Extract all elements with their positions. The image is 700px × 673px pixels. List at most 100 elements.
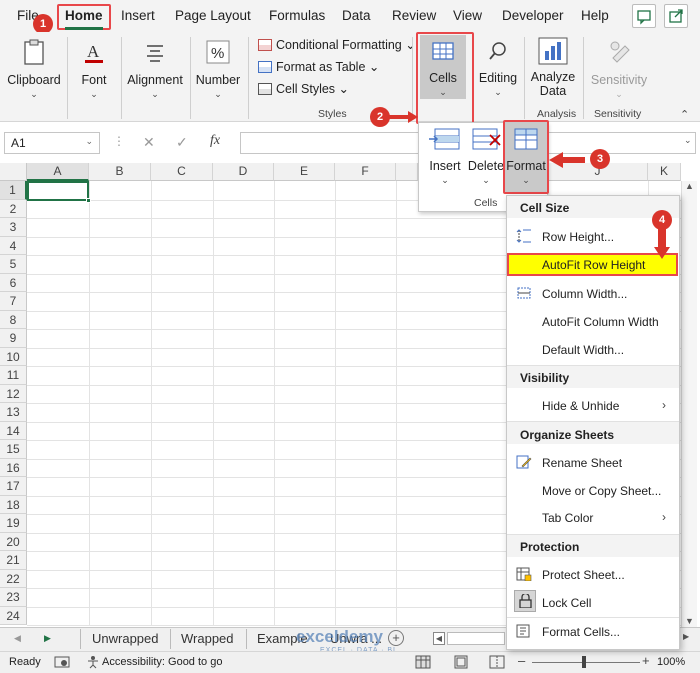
menu-item-column-width[interactable]: Column Width... [542,287,627,301]
sensitivity-button[interactable]: Sensitivity ⌄ [588,36,650,100]
row-header[interactable]: 24 [0,606,27,625]
row-header[interactable]: 6 [0,273,27,292]
tab-help[interactable]: Help [581,8,609,23]
alignment-button[interactable]: Alignment ⌄ [126,38,184,100]
ribbon-divider [67,37,68,119]
zoom-out-button[interactable]: – [518,653,525,668]
insert-cells-button[interactable]: Insert ⌄ [424,126,466,186]
row-header[interactable]: 14 [0,421,27,440]
row-header[interactable]: 12 [0,384,27,403]
menu-item-autofit-row-height[interactable]: AutoFit Row Height [542,258,645,272]
zoom-level[interactable]: 100% [657,656,685,668]
row-header[interactable]: 23 [0,588,27,607]
enter-icon[interactable]: ✓ [176,134,188,151]
page-break-view-icon[interactable] [489,655,505,669]
menu-item-protect-sheet[interactable]: Protect Sheet... [542,568,625,582]
scroll-left-icon[interactable]: ◀ [433,632,445,645]
clipboard-button[interactable]: Clipboard ⌄ [6,38,62,100]
column-header-g[interactable] [396,163,418,181]
font-button[interactable]: A Font ⌄ [72,38,116,100]
row-header[interactable]: 4 [0,236,27,255]
tab-view[interactable]: View [453,8,482,23]
tab-data[interactable]: Data [342,8,371,23]
add-sheet-button[interactable]: + [388,630,404,646]
fill-handle[interactable] [86,198,91,203]
selected-cell-a1[interactable] [27,181,89,201]
menu-item-hide-unhide[interactable]: Hide & Unhide [542,399,619,413]
row-header[interactable]: 3 [0,218,27,237]
tab-developer[interactable]: Developer [502,8,564,23]
comments-button[interactable] [632,4,656,28]
menu-item-autofit-column-width[interactable]: AutoFit Column Width [542,315,659,329]
row-header[interactable]: 5 [0,255,27,274]
column-header-c[interactable]: C [151,163,213,181]
row-header[interactable]: 18 [0,495,27,514]
accessibility-icon[interactable] [86,655,100,669]
tab-formulas[interactable]: Formulas [269,8,325,23]
row-header[interactable]: 19 [0,514,27,533]
row-header[interactable]: 16 [0,458,27,477]
menu-item-default-width[interactable]: Default Width... [542,343,624,357]
editing-button[interactable]: Editing ⌄ [476,38,520,98]
delete-cells-button[interactable]: Delete ⌄ [466,126,506,186]
row-header[interactable]: 20 [0,532,27,551]
cell-styles-button[interactable]: Cell Styles ⌄ [258,81,349,96]
menu-item-format-cells[interactable]: Format Cells... [542,625,620,639]
normal-view-icon[interactable] [415,655,431,669]
column-header-f[interactable]: F [335,163,396,181]
zoom-in-button[interactable]: + [642,653,650,668]
sheet-tab-unwrapped[interactable]: Unwrapped [92,631,159,646]
select-all-button[interactable] [0,163,27,181]
analyze-data-button[interactable]: Analyze Data [528,36,578,98]
menu-item-lock-cell[interactable]: Lock Cell [542,596,591,610]
previous-sheet-icon[interactable]: ◀ [14,633,21,644]
name-box[interactable]: A1 ⌄ [4,132,100,154]
column-header-d[interactable]: D [213,163,274,181]
tab-insert[interactable]: Insert [121,8,155,23]
format-as-table-button[interactable]: Format as Table ⌄ [258,59,379,74]
row-header[interactable]: 8 [0,310,27,329]
scroll-down-icon[interactable]: ▼ [685,616,694,626]
share-button[interactable] [664,4,688,28]
tab-review[interactable]: Review [392,8,436,23]
zoom-slider[interactable] [532,662,640,663]
zoom-slider-thumb[interactable] [582,656,586,668]
macro-record-icon[interactable] [54,655,70,669]
vertical-scrollbar[interactable]: ▲ ▼ [681,181,697,628]
insert-function-button[interactable]: fx [210,133,220,149]
cancel-icon[interactable]: ✕ [143,134,155,151]
column-header-a[interactable]: A [27,163,89,181]
row-header[interactable]: 21 [0,551,27,570]
page-layout-view-icon[interactable] [453,655,469,669]
row-header[interactable]: 22 [0,569,27,588]
scroll-right-icon[interactable]: ▶ [683,632,689,641]
arrow-pointer-3 [549,152,585,168]
row-header[interactable]: 17 [0,477,27,496]
expand-formula-bar-icon[interactable]: ⌄ [684,135,692,146]
scroll-up-icon[interactable]: ▲ [685,181,694,191]
row-header[interactable]: 13 [0,403,27,422]
collapse-ribbon-icon[interactable]: ⌃ [680,108,689,121]
next-sheet-icon[interactable]: ▶ [44,633,51,644]
number-button[interactable]: % Number ⌄ [194,38,242,100]
menu-item-rename-sheet[interactable]: Rename Sheet [542,456,622,470]
sheet-tab-wrapped[interactable]: Wrapped [181,631,234,646]
row-header[interactable]: 1 [0,181,27,200]
menu-item-move-copy-sheet[interactable]: Move or Copy Sheet... [542,484,661,498]
horizontal-scrollbar[interactable] [447,632,505,645]
menu-item-row-height[interactable]: Row Height... [542,230,614,244]
row-header[interactable]: 9 [0,329,27,348]
accessibility-status[interactable]: Accessibility: Good to go [102,656,222,668]
tab-page-layout[interactable]: Page Layout [175,8,251,23]
column-header-b[interactable]: B [89,163,151,181]
row-header[interactable]: 15 [0,440,27,459]
row-header[interactable]: 2 [0,199,27,218]
row-header[interactable]: 10 [0,347,27,366]
row-header[interactable]: 11 [0,366,27,385]
column-header-k[interactable]: K [648,163,681,181]
column-header-e[interactable]: E [274,163,335,181]
row-header[interactable]: 7 [0,292,27,311]
menu-item-tab-color[interactable]: Tab Color [542,511,593,525]
conditional-formatting-button[interactable]: Conditional Formatting ⌄ [258,37,416,52]
formula-bar-dots-icon: ⋮ [113,134,125,148]
